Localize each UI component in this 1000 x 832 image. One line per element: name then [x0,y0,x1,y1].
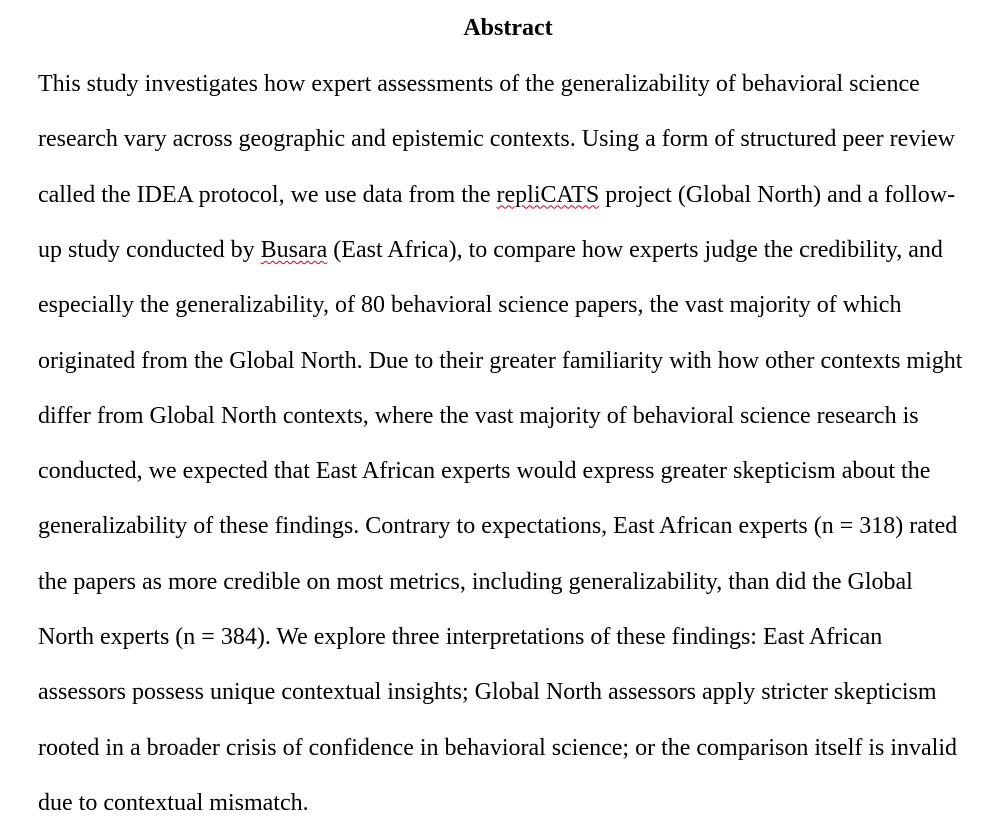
abstract-line: especially the generalizability, of 80 b… [38,291,901,319]
text-segment: project (Global North) and a follow- [599,181,956,208]
text-segment: rooted in a broader crisis of confidence… [38,734,958,761]
abstract-line: assessors possess unique contextual insi… [38,678,937,706]
abstract-line: conducted, we expected that East African… [38,457,930,485]
text-segment: differ from Global North contexts, where… [38,402,919,429]
text-segment: up study conducted by [38,236,261,263]
abstract-line: rooted in a broader crisis of confidence… [38,734,957,762]
abstract-line: the papers as more credible on most metr… [38,568,913,596]
spellcheck-flagged-word: repliCATS [496,181,600,208]
abstract-line: North experts (n = 384). We explore thre… [38,623,882,651]
text-segment: conducted, we expected that East African… [38,458,931,485]
text-segment: North experts (n = 384). We explore thre… [38,624,883,650]
abstract-line: generalizability of these findings. Cont… [38,512,957,540]
spellcheck-flagged-word: Busara [260,236,328,263]
text-segment: research vary across geographic and epis… [38,126,955,153]
text-segment: originated from the Global North. Due to… [38,347,963,374]
abstract-line: differ from Global North contexts, where… [38,402,919,430]
text-segment: especially the generalizability, of 80 b… [38,292,902,319]
abstract-line: due to contextual mismatch. [38,789,309,817]
abstract-line: called the IDEA protocol, we use data fr… [38,181,955,209]
abstract-line: research vary across geographic and epis… [38,125,955,153]
text-segment: generalizability of these findings. Cont… [38,513,958,540]
text-segment: This study investigates how expert asses… [38,71,920,97]
text-segment: called the IDEA protocol, we use data fr… [38,181,497,208]
text-segment: the papers as more credible on most metr… [38,568,913,595]
text-segment: (East Africa), to compare how experts ju… [327,236,943,263]
abstract-line: This study investigates how expert asses… [38,70,920,98]
document-page: Abstract This study investigates how exp… [0,0,1000,832]
abstract-heading: Abstract [463,15,553,41]
text-segment: assessors possess unique contextual insi… [38,679,937,706]
text-segment: due to contextual mismatch. [38,789,309,816]
abstract-line: up study conducted by Busara (East Afric… [38,236,943,264]
abstract-line: originated from the Global North. Due to… [38,347,962,375]
